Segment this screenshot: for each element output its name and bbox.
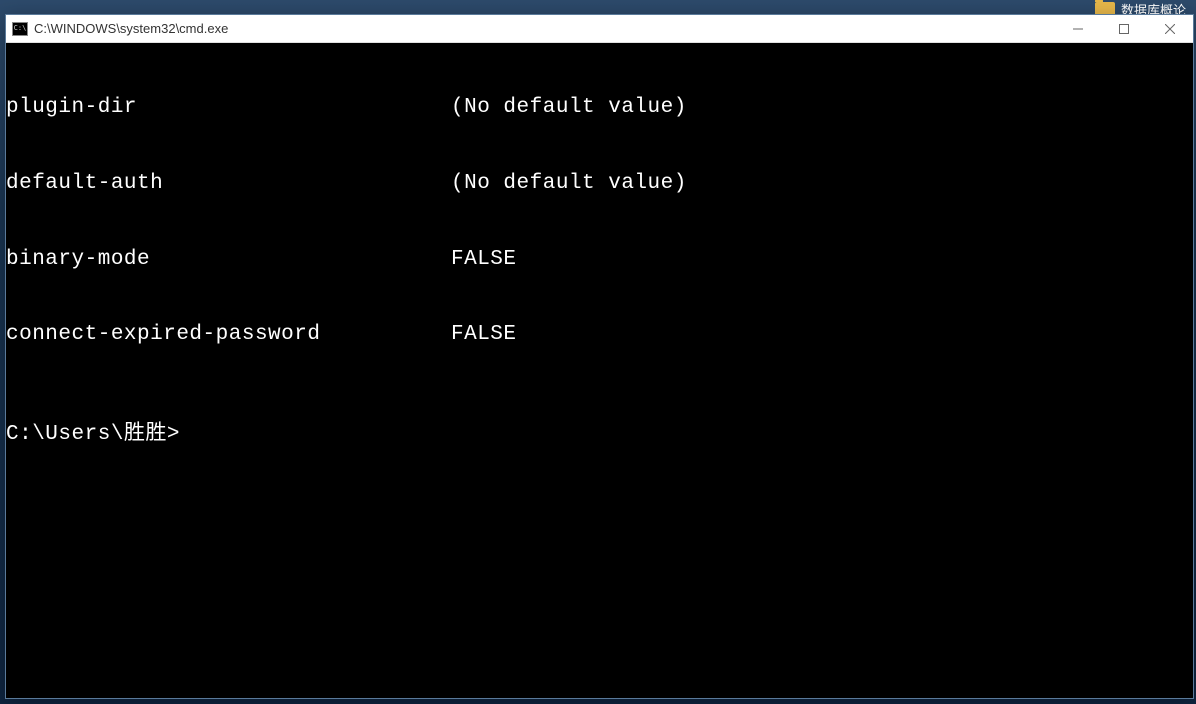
cmd-window: C:\ C:\WINDOWS\system32\cmd.exe plugin-d… [5, 14, 1194, 699]
window-title: C:\WINDOWS\system32\cmd.exe [34, 21, 1055, 36]
close-button[interactable] [1147, 15, 1193, 42]
window-controls [1055, 15, 1193, 42]
terminal-row: plugin-dir(No default value) [6, 95, 1193, 120]
terminal-output[interactable]: plugin-dir(No default value) default-aut… [6, 43, 1193, 698]
terminal-row: default-auth(No default value) [6, 171, 1193, 196]
close-icon [1165, 24, 1175, 34]
terminal-row: connect-expired-passwordFALSE [6, 322, 1193, 347]
terminal-prompt: C:\Users\胜胜> [6, 422, 1193, 447]
minimize-icon [1073, 24, 1083, 34]
maximize-icon [1119, 24, 1129, 34]
cmd-app-icon: C:\ [12, 22, 28, 36]
minimize-button[interactable] [1055, 15, 1101, 42]
terminal-row: binary-modeFALSE [6, 247, 1193, 272]
title-bar[interactable]: C:\ C:\WINDOWS\system32\cmd.exe [6, 15, 1193, 43]
maximize-button[interactable] [1101, 15, 1147, 42]
